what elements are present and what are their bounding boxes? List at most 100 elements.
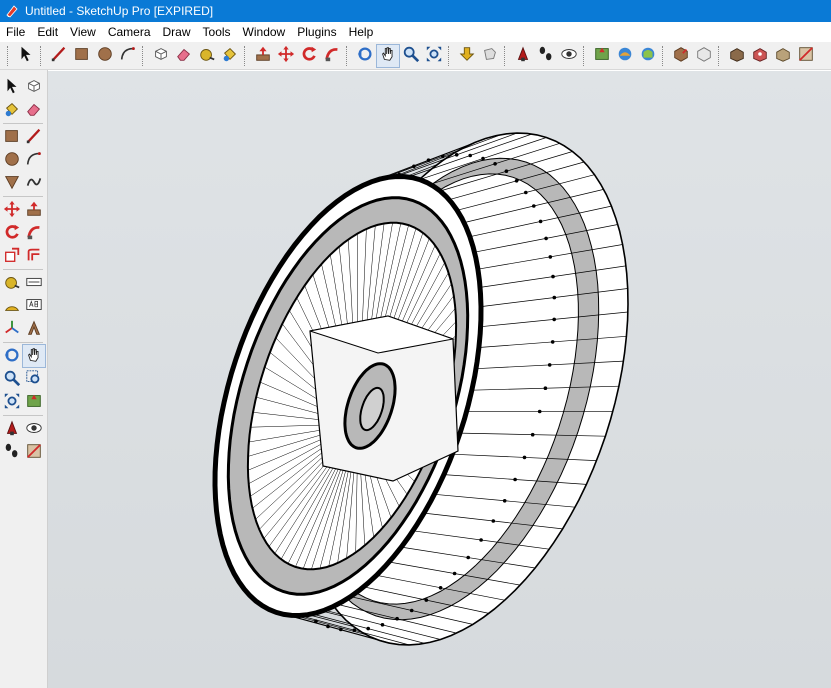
menu-window[interactable]: Window — [237, 22, 292, 42]
toolbar-grip[interactable] — [244, 45, 248, 66]
pan-tool-icon — [379, 45, 397, 66]
push-pull-button[interactable] — [252, 45, 274, 67]
eraser-tool-button[interactable] — [23, 99, 45, 121]
menu-tools[interactable]: Tools — [197, 22, 237, 42]
menu-help[interactable]: Help — [343, 22, 380, 42]
rectangle-tool-button[interactable] — [71, 45, 93, 67]
mesh-vertex — [552, 295, 557, 300]
add-location-button[interactable] — [591, 45, 613, 67]
wheel-model[interactable] — [48, 71, 831, 688]
photo-textures-button[interactable] — [637, 45, 659, 67]
mesh-vertex — [452, 571, 457, 576]
axes-tool-button[interactable] — [1, 318, 23, 340]
circle-tool-icon — [96, 45, 114, 66]
sketchup-app-icon[interactable] — [5, 4, 19, 18]
follow-me-button[interactable] — [321, 45, 343, 67]
dimension-tool-button[interactable] — [23, 272, 45, 294]
walk-tool-button[interactable] — [1, 441, 23, 463]
menu-camera[interactable]: Camera — [102, 22, 157, 42]
move-tool-button[interactable] — [1, 199, 23, 221]
next-view-icon — [481, 45, 499, 66]
freehand-tool-button[interactable] — [23, 172, 45, 194]
arc-tool-button[interactable] — [23, 149, 45, 171]
menu-view[interactable]: View — [64, 22, 102, 42]
sidebar-row — [1, 295, 45, 317]
text-tool-icon — [25, 296, 43, 317]
look-around-button[interactable] — [23, 418, 45, 440]
orbit-tool-button[interactable] — [354, 45, 376, 67]
text-tool-button[interactable] — [23, 295, 45, 317]
zoom-extents-button[interactable] — [423, 45, 445, 67]
line-tool-button[interactable] — [23, 126, 45, 148]
move-tool-button[interactable] — [275, 45, 297, 67]
orbit-tool-button[interactable] — [1, 345, 23, 367]
pan-tool-button[interactable] — [22, 344, 46, 368]
model-info-button[interactable] — [726, 45, 748, 67]
line-tool-button[interactable] — [48, 45, 70, 67]
rectangle-tool-button[interactable] — [1, 126, 23, 148]
follow-me-icon — [25, 223, 43, 244]
position-camera-button[interactable] — [1, 418, 23, 440]
position-camera-button[interactable] — [512, 45, 534, 67]
toolbar-grip[interactable] — [448, 45, 452, 66]
mesh-vertex — [524, 190, 528, 195]
sandbox-button[interactable] — [772, 45, 794, 67]
menu-draw[interactable]: Draw — [157, 22, 197, 42]
make-component-button[interactable] — [150, 45, 172, 67]
scale-tool-button[interactable] — [1, 245, 23, 267]
3d-text-tool-button[interactable] — [23, 318, 45, 340]
paint-bucket-button[interactable] — [1, 99, 23, 121]
styles-button[interactable] — [749, 45, 771, 67]
menu-edit[interactable]: Edit — [31, 22, 64, 42]
toggle-terrain-button[interactable] — [614, 45, 636, 67]
protractor-tool-button[interactable] — [1, 295, 23, 317]
add-location-button[interactable] — [23, 391, 45, 413]
make-component-button[interactable] — [23, 76, 45, 98]
toolbar-grip[interactable] — [7, 45, 11, 66]
mesh-vertex — [468, 153, 473, 158]
toolbar-grip[interactable] — [662, 45, 666, 66]
push-pull-button[interactable] — [23, 199, 45, 221]
zoom-extents-button[interactable] — [1, 391, 23, 413]
next-view-button[interactable] — [479, 45, 501, 67]
toolbar-grip[interactable] — [40, 45, 44, 66]
menu-plugins[interactable]: Plugins — [291, 22, 342, 42]
follow-me-button[interactable] — [23, 222, 45, 244]
rotate-tool-button[interactable] — [1, 222, 23, 244]
toolbar-grip[interactable] — [142, 45, 146, 66]
walk-tool-button[interactable] — [535, 45, 557, 67]
select-tool-button[interactable] — [15, 45, 37, 67]
pan-tool-button[interactable] — [375, 43, 400, 68]
zoom-tool-button[interactable] — [400, 45, 422, 67]
toolbar-grip[interactable] — [718, 45, 722, 66]
mesh-vertex — [454, 153, 459, 157]
select-tool-button[interactable] — [1, 76, 23, 98]
look-around-button[interactable] — [558, 45, 580, 67]
toolbar-grip[interactable] — [504, 45, 508, 66]
arc-tool-button[interactable] — [117, 45, 139, 67]
paint-bucket-button[interactable] — [219, 45, 241, 67]
get-models-button[interactable] — [670, 45, 692, 67]
mesh-vertex — [479, 538, 483, 542]
previous-view-button[interactable] — [456, 45, 478, 67]
mesh-vertex — [466, 555, 471, 560]
section-plane-button[interactable] — [23, 441, 45, 463]
circle-tool-button[interactable] — [1, 149, 23, 171]
polygon-tool-button[interactable] — [1, 172, 23, 194]
section-plane-button[interactable] — [795, 45, 817, 67]
eraser-tool-button[interactable] — [173, 45, 195, 67]
add-location-icon — [25, 392, 43, 413]
mesh-vertex — [366, 626, 371, 631]
zoom-tool-button[interactable] — [1, 368, 23, 390]
circle-tool-button[interactable] — [94, 45, 116, 67]
modeling-viewport[interactable] — [48, 71, 831, 688]
offset-tool-button[interactable] — [23, 245, 45, 267]
menu-file[interactable]: File — [0, 22, 31, 42]
tape-measure-button[interactable] — [196, 45, 218, 67]
toolbar-grip[interactable] — [346, 45, 350, 66]
toolbar-grip[interactable] — [583, 45, 587, 66]
rotate-tool-button[interactable] — [298, 45, 320, 67]
share-model-button[interactable] — [693, 45, 715, 67]
zoom-window-button[interactable] — [23, 368, 45, 390]
tape-measure-button[interactable] — [1, 272, 23, 294]
